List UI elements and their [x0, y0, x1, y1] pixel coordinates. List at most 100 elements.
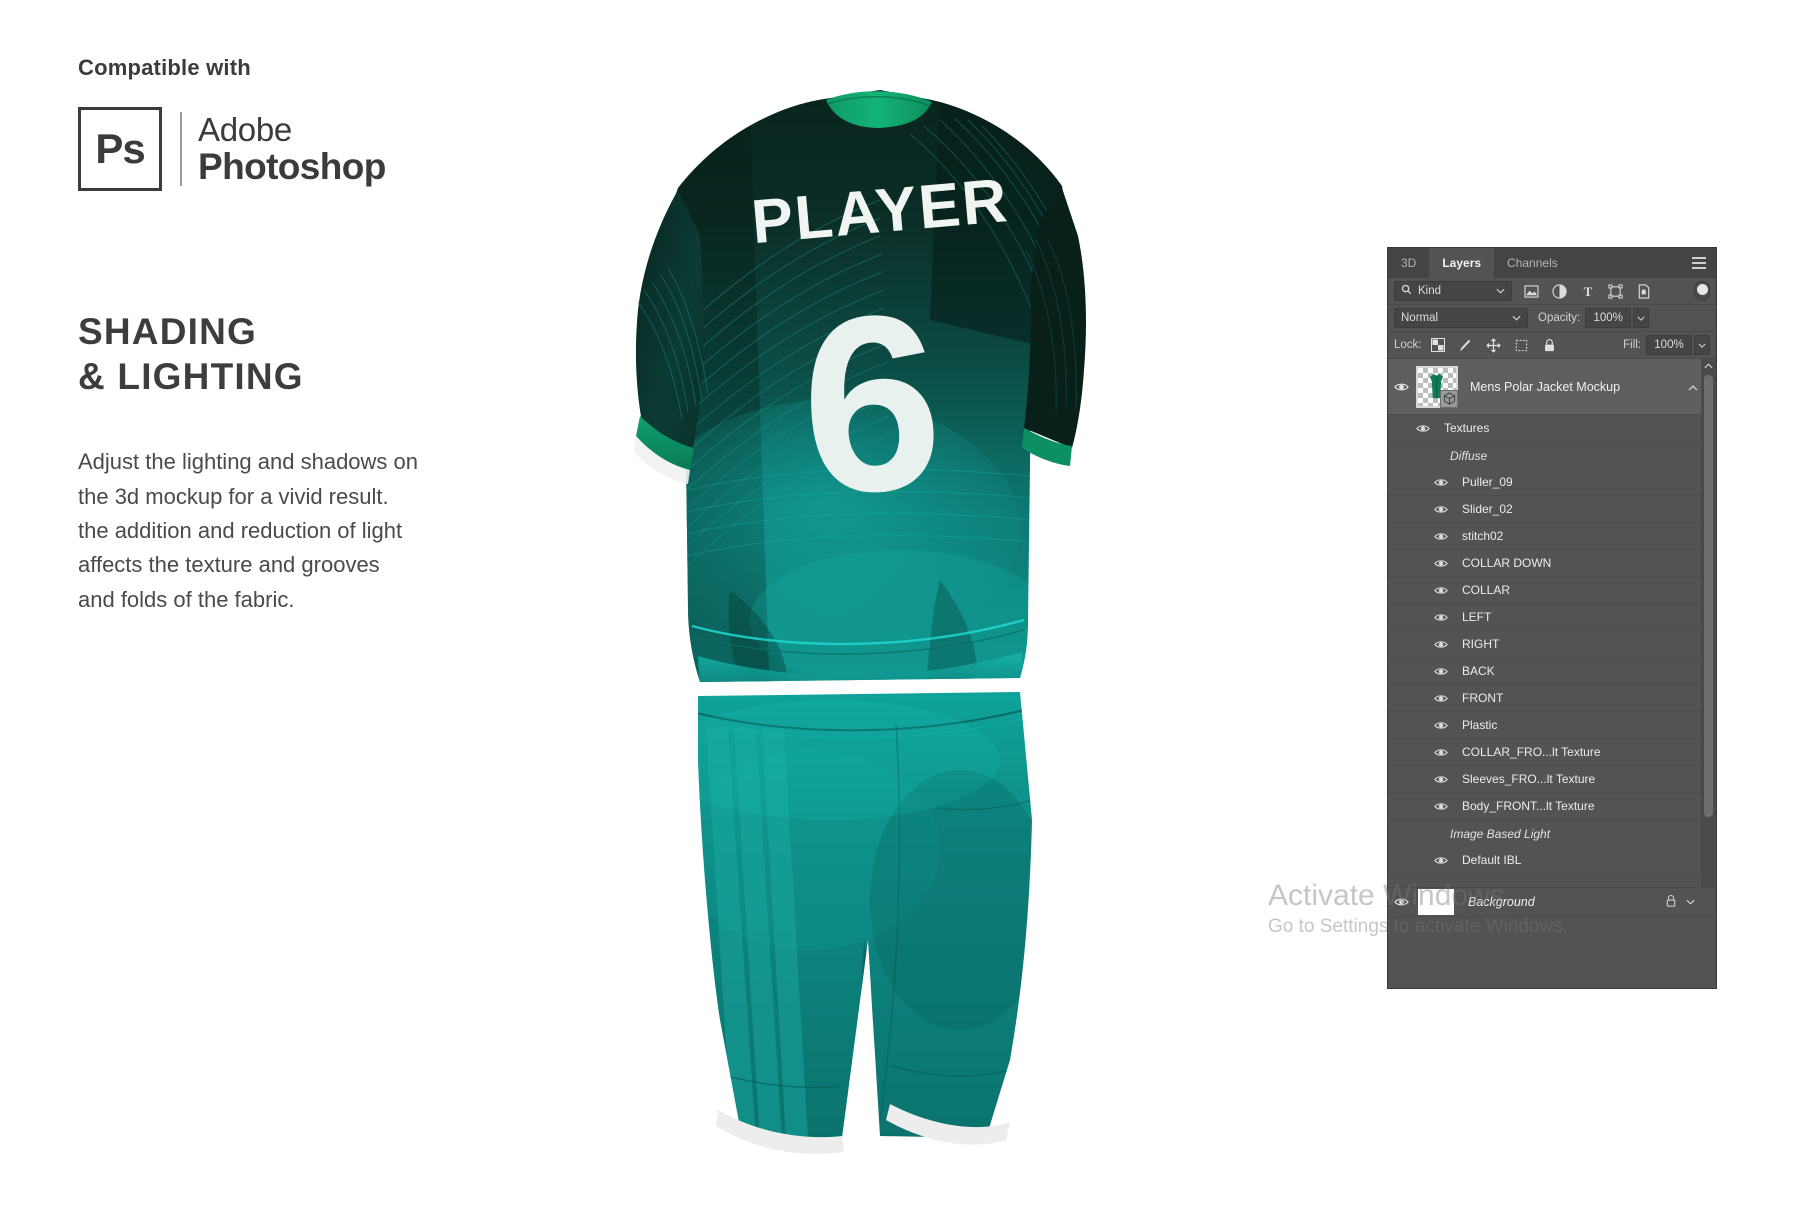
- layer-name-puller-09: Puller_09: [1462, 475, 1513, 489]
- adjustment-filter-icon[interactable]: [1551, 283, 1568, 300]
- visibility-toggle-icon[interactable]: [1428, 559, 1454, 568]
- type-filter-icon[interactable]: T: [1579, 283, 1596, 300]
- layer-row-sleeves-front-texture[interactable]: Sleeves_FRO...lt Texture: [1388, 766, 1716, 793]
- layer-name-body-front-texture: Body_FRONT...lt Texture: [1462, 799, 1595, 813]
- visibility-toggle-icon[interactable]: [1428, 775, 1454, 784]
- chevron-up-icon[interactable]: [1688, 380, 1698, 394]
- logo-adobe-text: Adobe: [198, 111, 292, 148]
- lock-position-icon[interactable]: [1486, 337, 1502, 353]
- page-title: SHADING & LIGHTING: [78, 309, 598, 399]
- lock-icon-group: [1430, 337, 1558, 353]
- layer-heading-image-based-light: Image Based Light: [1450, 826, 1551, 841]
- visibility-toggle-icon[interactable]: [1410, 424, 1436, 433]
- layer-name-textures: Textures: [1444, 421, 1490, 435]
- layer-row-default-ibl[interactable]: Default IBL: [1388, 847, 1716, 874]
- scrollbar-thumb[interactable]: [1704, 375, 1713, 818]
- layer-row-body-front-texture[interactable]: Body_FRONT...lt Texture: [1388, 793, 1716, 820]
- visibility-toggle-icon[interactable]: [1428, 478, 1454, 487]
- hamburger-icon[interactable]: [1692, 248, 1706, 278]
- chevron-up-icon[interactable]: [1701, 359, 1716, 373]
- visibility-toggle-icon[interactable]: [1428, 694, 1454, 703]
- layer-name-collar-front-texture: COLLAR_FRO...lt Texture: [1462, 745, 1601, 759]
- logo-wordmark: Adobe Photoshop: [198, 113, 386, 185]
- blend-mode-select[interactable]: Normal: [1394, 308, 1528, 328]
- compatible-with-label: Compatible with: [78, 55, 251, 80]
- shorts: [698, 692, 1032, 1154]
- panel-tab-bar: 3D Layers Channels: [1388, 248, 1716, 278]
- smart-object-filter-icon[interactable]: [1635, 283, 1652, 300]
- tab-3d[interactable]: 3D: [1388, 248, 1430, 278]
- tab-3d-label: 3D: [1401, 256, 1417, 270]
- fill-value: 100%: [1654, 339, 1684, 351]
- opacity-input[interactable]: 100%: [1585, 308, 1632, 328]
- visibility-toggle-icon[interactable]: [1428, 586, 1454, 595]
- player-number-text: 6: [795, 261, 948, 547]
- visibility-toggle-icon[interactable]: [1428, 802, 1454, 811]
- layer-row-collar-front-texture[interactable]: COLLAR_FRO...lt Texture: [1388, 739, 1716, 766]
- layer-filter-kind-label: Kind: [1418, 285, 1442, 297]
- layer-name-default-ibl: Default IBL: [1462, 853, 1522, 867]
- layer-name-sleeves-front-texture: Sleeves_FRO...lt Texture: [1462, 772, 1596, 786]
- visibility-toggle-icon[interactable]: [1388, 382, 1414, 392]
- photoshop-layers-panel[interactable]: 3D Layers Channels Kind T Normal Opacity…: [1388, 248, 1716, 988]
- layer-row-collar-down[interactable]: COLLAR DOWN: [1388, 550, 1716, 577]
- lock-transparent-pixels-icon[interactable]: [1430, 337, 1446, 353]
- layer-thumbnail: [1416, 365, 1458, 408]
- layer-name-background: Background: [1468, 895, 1535, 909]
- image-filter-icon[interactable]: [1523, 283, 1540, 300]
- jersey-kit-mockup: PLAYER 6: [580, 60, 1120, 1160]
- visibility-toggle-icon[interactable]: [1428, 748, 1454, 757]
- fill-chevron-down-icon[interactable]: [1694, 335, 1710, 355]
- visibility-toggle-icon[interactable]: [1428, 640, 1454, 649]
- layer-name-front: FRONT: [1462, 691, 1504, 705]
- layer-row-back[interactable]: BACK: [1388, 658, 1716, 685]
- layer-name-smart-object: Mens Polar Jacket Mockup: [1470, 379, 1621, 394]
- layer-filter-kind-select[interactable]: Kind: [1394, 281, 1512, 301]
- visibility-toggle-icon[interactable]: [1388, 897, 1414, 907]
- layer-heading-diffuse: Diffuse: [1450, 448, 1488, 463]
- photoshop-badge-icon: Ps: [78, 107, 162, 191]
- layer-row-textures[interactable]: Textures: [1388, 415, 1716, 442]
- layer-name-collar-down: COLLAR DOWN: [1462, 556, 1552, 570]
- layer-row-right[interactable]: RIGHT: [1388, 631, 1716, 658]
- visibility-toggle-icon[interactable]: [1428, 505, 1454, 514]
- visibility-toggle-icon[interactable]: [1428, 667, 1454, 676]
- tab-layers[interactable]: Layers: [1429, 248, 1495, 278]
- layer-name-plastic: Plastic: [1462, 718, 1498, 732]
- description-line-5: and folds of the fabric.: [78, 586, 295, 612]
- lock-image-pixels-icon[interactable]: [1458, 337, 1474, 353]
- opacity-chevron-down-icon[interactable]: [1633, 308, 1650, 328]
- visibility-toggle-icon[interactable]: [1428, 856, 1454, 865]
- smart-object-3d-badge-icon: [1440, 389, 1458, 408]
- description-line-1: Adjust the lighting and shadows on: [78, 449, 419, 475]
- description-line-2: the 3d mockup for a vivid result.: [78, 483, 389, 509]
- tab-channels[interactable]: Channels: [1494, 248, 1571, 278]
- description-text: Adjust the lighting and shadows on the 3…: [78, 445, 598, 617]
- fill-label: Fill:: [1623, 339, 1641, 351]
- fill-input[interactable]: 100%: [1646, 335, 1692, 355]
- layer-row-puller-09[interactable]: Puller_09: [1388, 469, 1716, 496]
- visibility-toggle-icon[interactable]: [1428, 532, 1454, 541]
- shape-filter-icon[interactable]: [1607, 283, 1624, 300]
- layer-row-left[interactable]: LEFT: [1388, 604, 1716, 631]
- blend-mode-value: Normal: [1401, 312, 1439, 324]
- layer-row-background[interactable]: Background: [1388, 887, 1716, 917]
- layer-row-front[interactable]: FRONT: [1388, 685, 1716, 712]
- layer-row-plastic[interactable]: Plastic: [1388, 712, 1716, 739]
- lock-artboard-icon[interactable]: [1514, 337, 1530, 353]
- layer-row-smart-object[interactable]: Mens Polar Jacket Mockup: [1388, 359, 1716, 415]
- filter-enable-toggle[interactable]: [1694, 281, 1710, 301]
- layer-row-collar[interactable]: COLLAR: [1388, 577, 1716, 604]
- layers-list[interactable]: Mens Polar Jacket Mockup Textures Diffus…: [1388, 359, 1716, 887]
- background-chevron-down-icon[interactable]: [1683, 899, 1698, 905]
- layer-row-slider-02[interactable]: Slider_02: [1388, 496, 1716, 523]
- lock-all-icon[interactable]: [1542, 337, 1558, 353]
- scrollbar-track[interactable]: [1701, 373, 1716, 887]
- layer-row-stitch02[interactable]: stitch02: [1388, 523, 1716, 550]
- visibility-toggle-icon[interactable]: [1428, 721, 1454, 730]
- layers-scrollbar[interactable]: [1701, 359, 1716, 887]
- jersey-player-number: 6: [795, 261, 948, 547]
- chevron-down-icon: [1496, 285, 1505, 297]
- lock-row: Lock: Fill: 100%: [1388, 332, 1716, 359]
- visibility-toggle-icon[interactable]: [1428, 613, 1454, 622]
